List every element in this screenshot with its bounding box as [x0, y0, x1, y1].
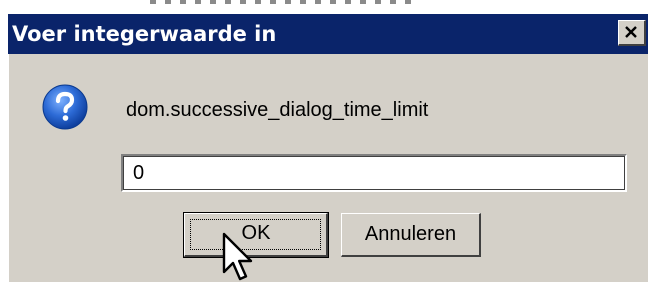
- ok-button-label: OK: [241, 222, 271, 244]
- cancel-button-label: Annuleren: [364, 223, 457, 245]
- integer-value-input[interactable]: [121, 154, 627, 192]
- dialog-title: Voer integerwaarde in: [12, 22, 277, 46]
- close-button[interactable]: [618, 20, 646, 46]
- dialog-titlebar[interactable]: Voer integerwaarde in: [8, 14, 648, 54]
- question-icon: [42, 84, 88, 130]
- cancel-button[interactable]: Annuleren: [341, 213, 481, 257]
- ok-button[interactable]: OK: [183, 212, 329, 258]
- prompt-label: dom.successive_dialog_time_limit: [126, 99, 429, 121]
- mouse-pointer-icon: [222, 232, 253, 281]
- prompt-dialog: Voer integerwaarde in dom.successive_dia…: [8, 14, 648, 282]
- background-page-text: [150, 0, 430, 6]
- close-icon: [625, 26, 637, 38]
- screen: Voer integerwaarde in dom.successive_dia…: [0, 0, 648, 282]
